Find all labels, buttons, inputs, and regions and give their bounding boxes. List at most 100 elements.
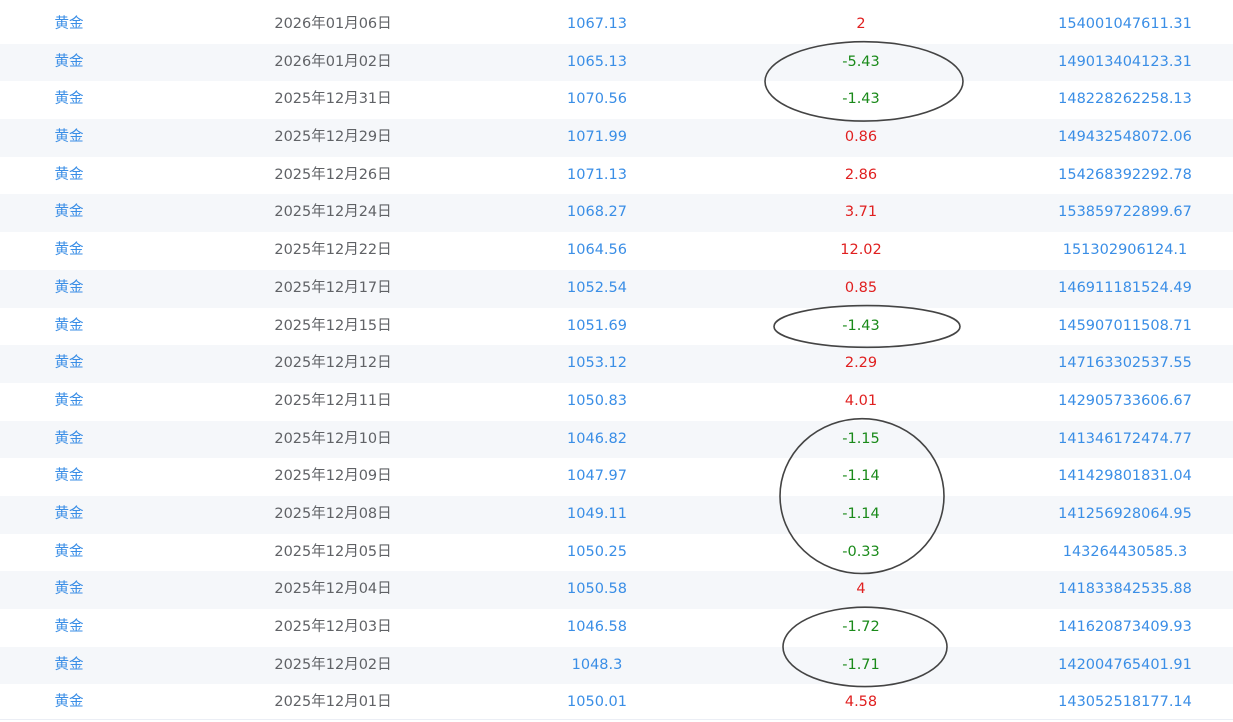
cell-change: 2.29 [844, 355, 878, 372]
table-row[interactable]: 黄金 2025年12月15日 1051.69 -1.43 145907011508.71 [0, 307, 1233, 346]
cell-date: 2025年12月12日 [274, 355, 392, 372]
table-row[interactable]: 黄金 2026年01月06日 1067.13 2 154001047611.31 [0, 6, 1233, 44]
cell-amount[interactable]: 143052518177.14 [1058, 684, 1192, 722]
cell-name[interactable]: 黄金 [55, 534, 84, 572]
cell-change: 4.58 [844, 694, 878, 711]
cell-amount[interactable]: 147163302537.55 [1058, 345, 1192, 383]
cell-amount[interactable]: 142004765401.91 [1058, 647, 1192, 685]
cell-price[interactable]: 1052.54 [567, 270, 627, 308]
cell-price[interactable]: 1047.97 [567, 458, 627, 496]
cell-name[interactable]: 黄金 [55, 345, 84, 383]
cell-price[interactable]: 1068.27 [567, 194, 627, 232]
cell-price[interactable]: 1067.13 [567, 6, 627, 44]
cell-name[interactable]: 黄金 [55, 6, 84, 44]
cell-amount[interactable]: 149013404123.31 [1058, 44, 1192, 82]
table-row[interactable]: 黄金 2025年12月24日 1068.27 3.71 153859722899.67 [0, 194, 1233, 233]
cell-name[interactable]: 黄金 [55, 119, 84, 157]
cell-date: 2025年12月26日 [274, 166, 392, 183]
cell-change: 0.86 [844, 129, 878, 146]
cell-name[interactable]: 黄金 [55, 44, 84, 82]
table-row[interactable]: 黄金 2025年12月10日 1046.82 -1.15 141346172474.77 [0, 420, 1233, 459]
cell-date: 2025年12月10日 [274, 430, 392, 447]
cell-price[interactable]: 1070.56 [567, 81, 627, 119]
cell-change: -5.43 [842, 53, 880, 70]
table-row[interactable]: 黄金 2025年12月22日 1064.56 12.02 151302906124.1 [0, 232, 1233, 270]
cell-name[interactable]: 黄金 [55, 157, 84, 195]
cell-change: -1.43 [842, 317, 880, 334]
cell-date: 2025年12月11日 [274, 392, 392, 409]
cell-name[interactable]: 黄金 [55, 383, 84, 421]
table-row[interactable]: 黄金 2025年12月05日 1050.25 -0.33 143264430585.3 [0, 533, 1233, 572]
cell-name[interactable]: 黄金 [55, 684, 84, 722]
cell-change: 4.01 [844, 392, 878, 409]
cell-price[interactable]: 1049.11 [567, 496, 627, 534]
cell-date: 2025年12月01日 [274, 694, 392, 711]
cell-amount[interactable]: 143264430585.3 [1063, 534, 1188, 572]
cell-price[interactable]: 1050.83 [567, 383, 627, 421]
table-row[interactable]: 黄金 2025年12月11日 1050.83 4.01 142905733606.67 [0, 382, 1233, 421]
cell-amount[interactable]: 141833842535.88 [1058, 571, 1192, 609]
cell-date: 2025年12月29日 [274, 129, 392, 146]
cell-date: 2025年12月09日 [274, 468, 392, 485]
cell-price[interactable]: 1050.58 [567, 571, 627, 609]
cell-price[interactable]: 1071.13 [567, 157, 627, 195]
cell-name[interactable]: 黄金 [55, 194, 84, 232]
cell-change: 2.86 [844, 166, 878, 183]
table-row[interactable]: 黄金 2025年12月04日 1050.58 4 141833842535.88 [0, 571, 1233, 609]
cell-change: -1.14 [842, 468, 880, 485]
cell-amount[interactable]: 149432548072.06 [1058, 119, 1192, 157]
cell-amount[interactable]: 148228262258.13 [1058, 81, 1192, 119]
cell-date: 2026年01月02日 [274, 53, 392, 70]
cell-name[interactable]: 黄金 [55, 458, 84, 496]
table-row[interactable]: 黄金 2025年12月12日 1053.12 2.29 147163302537.55 [0, 345, 1233, 383]
cell-price[interactable]: 1071.99 [567, 119, 627, 157]
cell-name[interactable]: 黄金 [55, 308, 84, 346]
cell-amount[interactable]: 154001047611.31 [1058, 6, 1192, 44]
cell-price[interactable]: 1051.69 [567, 308, 627, 346]
cell-name[interactable]: 黄金 [55, 81, 84, 119]
cell-amount[interactable]: 141429801831.04 [1058, 458, 1192, 496]
cell-amount[interactable]: 145907011508.71 [1058, 308, 1192, 346]
cell-price[interactable]: 1050.01 [567, 684, 627, 722]
table-row[interactable]: 黄金 2025年12月29日 1071.99 0.86 149432548072.06 [0, 119, 1233, 157]
cell-price[interactable]: 1046.58 [567, 609, 627, 647]
cell-amount[interactable]: 141620873409.93 [1058, 609, 1192, 647]
table-row[interactable]: 黄金 2025年12月08日 1049.11 -1.14 141256928064.95 [0, 495, 1233, 534]
cell-change: 3.71 [844, 204, 878, 221]
cell-name[interactable]: 黄金 [55, 232, 84, 270]
table-bottom-border [0, 719, 1233, 720]
cell-name[interactable]: 黄金 [55, 647, 84, 685]
cell-price[interactable]: 1050.25 [567, 534, 627, 572]
table-row[interactable]: 黄金 2025年12月17日 1052.54 0.85 146911181524.49 [0, 269, 1233, 308]
cell-change: -1.71 [842, 656, 880, 673]
cell-amount[interactable]: 153859722899.67 [1058, 194, 1192, 232]
cell-name[interactable]: 黄金 [55, 571, 84, 609]
cell-price[interactable]: 1048.3 [572, 647, 623, 685]
cell-change: 2 [856, 16, 866, 32]
cell-amount[interactable]: 142905733606.67 [1058, 383, 1192, 421]
cell-date: 2026年01月06日 [274, 16, 392, 32]
cell-amount[interactable]: 141346172474.77 [1058, 421, 1192, 459]
cell-amount[interactable]: 151302906124.1 [1063, 232, 1188, 270]
table-row[interactable]: 黄金 2026年01月02日 1065.13 -5.43 149013404123.31 [0, 43, 1233, 82]
cell-date: 2025年12月05日 [274, 543, 392, 560]
cell-price[interactable]: 1064.56 [567, 232, 627, 270]
table-row[interactable]: 黄金 2025年12月02日 1048.3 -1.71 142004765401.91 [0, 646, 1233, 685]
data-table: 黄金 2026年01月06日 1067.13 2 154001047611.31 黄金 20… [0, 6, 1233, 722]
cell-name[interactable]: 黄金 [55, 270, 84, 308]
table-row[interactable]: 黄金 2025年12月03日 1046.58 -1.72 141620873409.93 [0, 609, 1233, 647]
cell-amount[interactable]: 146911181524.49 [1058, 270, 1192, 308]
table-row[interactable]: 黄金 2025年12月31日 1070.56 -1.43 148228262258.13 [0, 81, 1233, 120]
cell-name[interactable]: 黄金 [55, 496, 84, 534]
cell-date: 2025年12月04日 [274, 581, 392, 598]
table-row[interactable]: 黄金 2025年12月09日 1047.97 -1.14 141429801831.04 [0, 458, 1233, 496]
table-row[interactable]: 黄金 2025年12月26日 1071.13 2.86 154268392292.78 [0, 156, 1233, 195]
cell-name[interactable]: 黄金 [55, 609, 84, 647]
cell-name[interactable]: 黄金 [55, 421, 84, 459]
cell-amount[interactable]: 141256928064.95 [1058, 496, 1192, 534]
cell-price[interactable]: 1053.12 [567, 345, 627, 383]
cell-price[interactable]: 1065.13 [567, 44, 627, 82]
cell-amount[interactable]: 154268392292.78 [1058, 157, 1192, 195]
cell-price[interactable]: 1046.82 [567, 421, 627, 459]
table-row[interactable]: 黄金 2025年12月01日 1050.01 4.58 143052518177.14 [0, 684, 1233, 722]
